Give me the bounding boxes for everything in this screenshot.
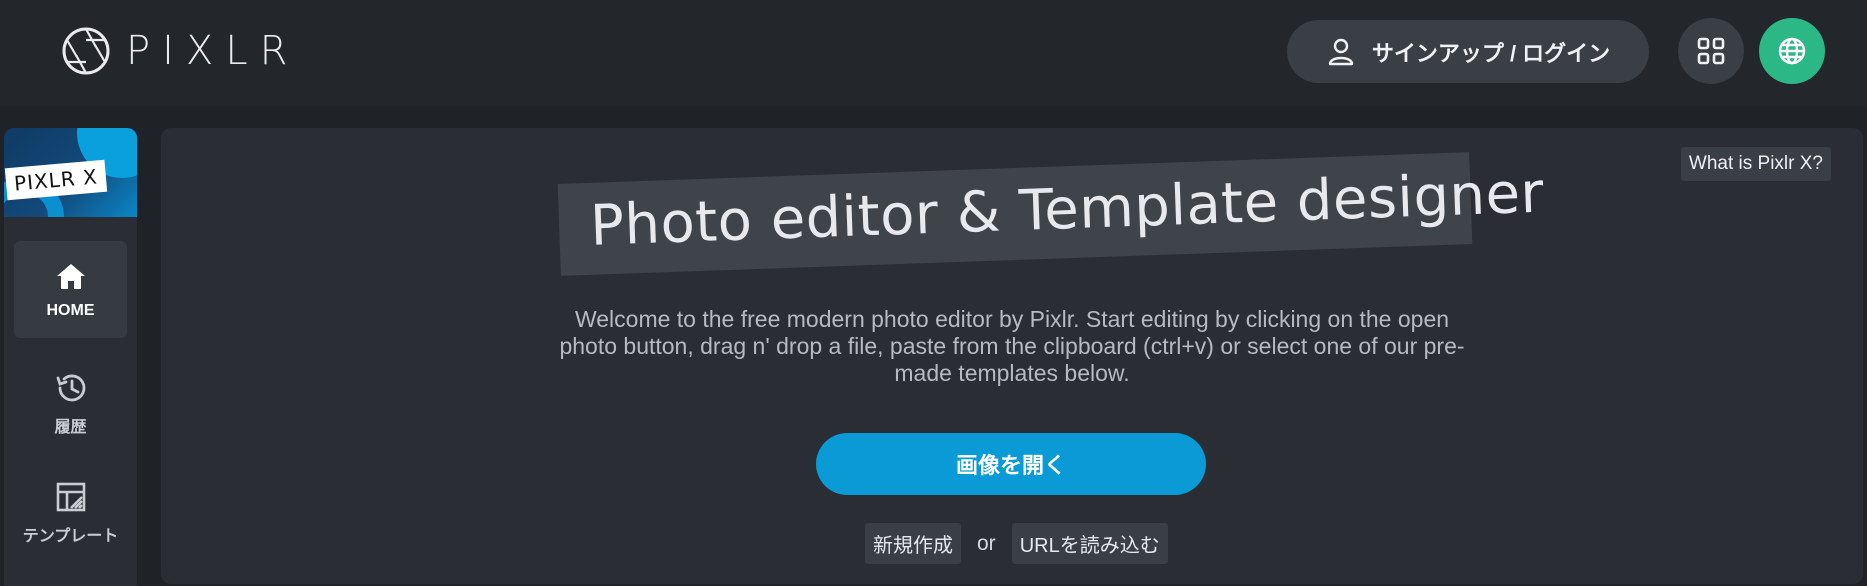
brand-name: PIXLR <box>126 28 300 74</box>
template-icon <box>56 482 85 511</box>
welcome-text: Welcome to the free modern photo editor … <box>559 306 1465 386</box>
aperture-logo-icon <box>62 27 110 75</box>
sidebar-item-home[interactable]: HOME <box>14 241 127 338</box>
history-icon <box>56 374 85 401</box>
sidebar: PIXLR X HOME 履歴 テンプレート <box>4 128 137 586</box>
top-bar: PIXLR サインアップ / ログイン <box>0 0 1867 106</box>
apps-button[interactable] <box>1678 18 1744 84</box>
open-image-button[interactable]: 画像を開く <box>816 433 1206 495</box>
apps-grid-icon <box>1697 37 1725 65</box>
logo[interactable]: PIXLR <box>60 25 299 77</box>
create-new-button[interactable]: 新規作成 <box>865 523 961 564</box>
load-url-button[interactable]: URLを読み込む <box>1011 523 1168 564</box>
sidebar-item-templates[interactable]: テンプレート <box>14 464 127 561</box>
sidebar-item-label: 履歴 <box>54 418 87 436</box>
pixlr-x-label: PIXLR X <box>4 159 107 201</box>
or-separator: or <box>977 531 996 555</box>
sidebar-item-label: テンプレート <box>22 527 119 545</box>
language-button[interactable] <box>1759 18 1825 84</box>
user-icon <box>1328 38 1354 65</box>
signup-login-button[interactable]: サインアップ / ログイン <box>1287 20 1649 83</box>
signup-login-label: サインアップ / ログイン <box>1371 40 1611 66</box>
sidebar-item-history[interactable]: 履歴 <box>14 355 127 452</box>
what-is-pixlr-x-link[interactable]: What is Pixlr X? <box>1680 147 1831 181</box>
sidebar-item-label: HOME <box>46 301 95 319</box>
home-icon <box>56 263 85 289</box>
secondary-actions: 新規作成 or URLを読み込む <box>865 523 1168 564</box>
pixlr-x-promo[interactable]: PIXLR X <box>4 128 137 217</box>
globe-icon <box>1778 37 1806 65</box>
main-panel: What is Pixlr X? Photo editor & Template… <box>161 128 1863 584</box>
